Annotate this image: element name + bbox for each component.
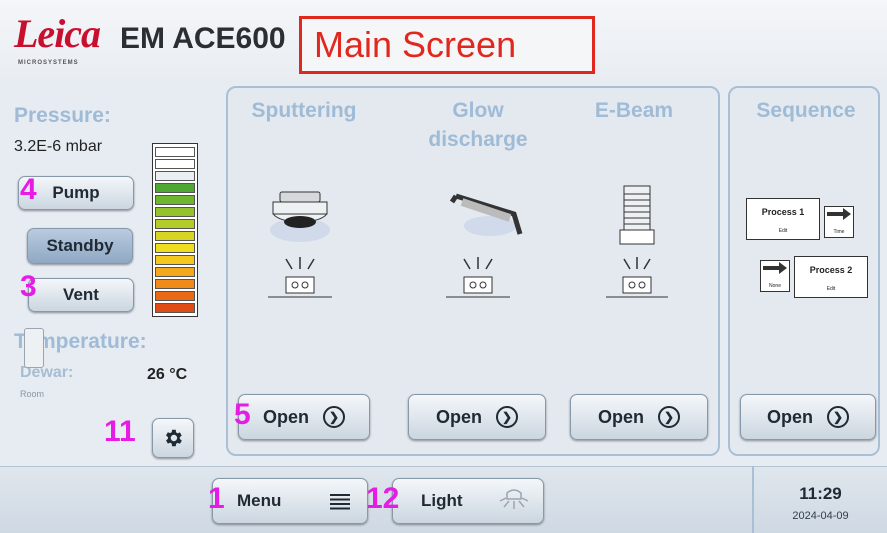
process-title-sputtering: Sputtering [251,99,357,122]
room-label: Room [20,389,45,399]
open-sputtering-button[interactable]: Open ❯ [238,394,370,440]
arrow-right-icon [827,208,851,220]
pressure-bar-segment [155,243,195,253]
lamp-icon [499,489,529,509]
pressure-bar-segment [155,279,195,289]
pressure-bar-segment [155,195,195,205]
pressure-bar-segment [155,303,195,313]
open-e-beam-button[interactable]: Open ❯ [570,394,708,440]
chevron-right-icon: ❯ [496,406,518,428]
annotation-pump: 4 [20,173,37,206]
annotation-menu: 1 [208,482,225,515]
dewar-level-icon [24,328,44,368]
light-button[interactable]: Light [392,478,544,524]
clock-date: 2024-04-09 [792,510,849,522]
annotation-settings: 11 [104,415,136,448]
annotation-light: 12 [366,482,400,515]
dewar-temperature: 26 °C [147,366,188,383]
pressure-bar-segment [155,267,195,277]
open-label: Open [766,406,813,427]
process-title-e-beam: E-Beam [594,99,674,122]
process-1-edit: Edit [778,228,788,234]
menu-button[interactable]: Menu [212,478,368,524]
open-glow-discharge-button[interactable]: Open ❯ [408,394,546,440]
brand-subtitle: MICROSYSTEMS [18,60,79,66]
sequence-title: Sequence [756,99,856,122]
pressure-level-bar [152,143,198,317]
brand-wordmark: Leica [14,11,101,56]
pressure-value: 3.2E-6 mbar [14,138,103,155]
glow-discharge-icon [446,193,523,298]
time-label: Time [833,229,845,235]
e-beam-gun-icon [606,185,668,298]
pressure-bar-segment [155,183,195,193]
open-label: Open [262,406,309,427]
chevron-right-icon: ❯ [658,406,680,428]
pressure-bar-segment [155,291,195,301]
clock: 11:29 2024-04-09 [752,466,887,533]
sequence-process-1: Process 1 Edit [746,198,820,240]
menu-label: Menu [237,491,282,510]
process-1-label: Process 1 [761,207,805,217]
annotation-vent: 3 [20,270,37,303]
screen-label: Main Screen [299,16,595,74]
sputter-head-icon [268,191,332,298]
header-bar: Leica MICROSYSTEMS EM ACE600 Main Screen [0,0,887,80]
sequence-process-2: Process 2 Edit [794,256,868,298]
open-label: Open [597,406,644,427]
pressure-label: Pressure: [14,104,111,127]
open-sequence-button[interactable]: Open ❯ [740,394,876,440]
model-name: EM ACE600 [120,22,286,55]
pressure-bar-segment [155,147,195,157]
menu-lines-icon [330,494,350,510]
leica-logo: Leica MICROSYSTEMS [14,10,106,70]
none-arrow-box: None [760,260,790,292]
process-2-label: Process 2 [809,265,853,275]
pressure-bar-segment [155,255,195,265]
pressure-bar-segment [155,207,195,217]
pressure-bar-segment [155,219,195,229]
none-label: None [769,283,781,289]
settings-button[interactable] [152,418,194,458]
standby-button[interactable]: Standby [27,228,133,264]
pressure-bar-segment [155,159,195,169]
clock-time: 11:29 [799,484,842,503]
chevron-right-icon: ❯ [323,406,345,428]
process-title-glow-discharge: Glow discharge [428,99,528,151]
open-label: Open [435,406,482,427]
time-arrow-box: Time [824,206,854,238]
gear-icon [166,429,182,447]
light-label: Light [421,491,463,510]
chevron-right-icon: ❯ [827,406,849,428]
pressure-bar-segment [155,231,195,241]
arrow-right-icon [763,262,787,274]
process-2-edit: Edit [826,286,836,292]
vent-button[interactable]: Vent [28,278,134,312]
pressure-bar-segment [155,171,195,181]
annotation-open: 5 [234,398,251,431]
